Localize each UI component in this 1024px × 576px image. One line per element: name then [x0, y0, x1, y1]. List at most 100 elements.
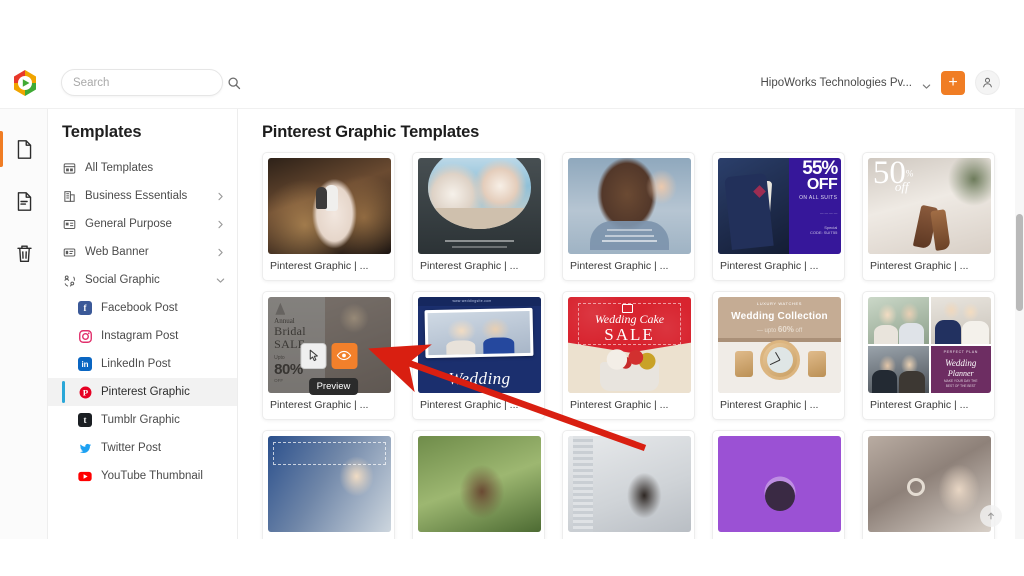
grid-templates-icon — [62, 161, 76, 175]
chevron-right-icon[interactable] — [216, 192, 225, 201]
sidebar-item-youtube-thumbnail[interactable]: YouTube Thumbnail — [48, 462, 237, 490]
template-thumbnail: LUXURY WATCHES Wedding Collection — upto… — [718, 297, 841, 393]
template-thumbnail: 55% OFF ON ALL SUITS — — — — Special CODE… — [718, 158, 841, 254]
rail-item-trash[interactable] — [0, 227, 48, 279]
template-card[interactable]: www.weddingsite.com Wedding Pinterest Gr… — [412, 291, 545, 420]
template-card[interactable] — [562, 430, 695, 539]
sidebar-item-label: Instagram Post — [101, 330, 179, 342]
template-card[interactable]: LUXURY WATCHES Wedding Collection — upto… — [712, 291, 845, 420]
add-button[interactable]: + — [941, 70, 965, 95]
instagram-icon — [78, 329, 92, 343]
template-card[interactable] — [862, 430, 995, 539]
template-card[interactable]: 50% off Pinterest Graphic | ... — [862, 152, 995, 281]
template-card[interactable]: 55% OFF ON ALL SUITS — — — — Special CODE… — [712, 152, 845, 281]
template-card[interactable]: Pinterest Graphic | ... — [562, 152, 695, 281]
pinterest-icon: P — [78, 385, 92, 399]
chevron-right-icon[interactable] — [216, 248, 225, 257]
template-card[interactable] — [262, 430, 395, 539]
sidebar-title: Templates — [62, 123, 142, 141]
facebook-icon: f — [78, 301, 92, 315]
search-icon — [227, 76, 241, 90]
template-thumbnail: 50% off — [868, 158, 991, 254]
template-thumbnail — [418, 158, 541, 254]
sidebar-item-label: LinkedIn Post — [101, 358, 171, 370]
template-card-label — [868, 532, 989, 539]
app-shell: HipoWorks Technologies Pv... + — [0, 57, 1024, 539]
template-card-label: Pinterest Graphic | ... — [720, 399, 819, 411]
template-card-label: Pinterest Graphic | ... — [270, 260, 369, 272]
template-card[interactable] — [412, 430, 545, 539]
template-thumbnail: www.weddingsite.com Wedding — [418, 297, 541, 393]
sidebar-item-label: General Purpose — [85, 218, 172, 230]
app-logo[interactable] — [10, 68, 40, 98]
tumblr-icon: t — [78, 413, 92, 427]
template-card[interactable] — [712, 430, 845, 539]
template-thumbnail — [868, 436, 991, 532]
sidebar-item-business-essentials[interactable]: Business Essentials — [48, 182, 237, 210]
template-thumbnail — [268, 158, 391, 254]
left-icon-rail — [0, 109, 48, 539]
mouse-pointer-icon[interactable] — [300, 342, 326, 369]
template-card-label: Pinterest Graphic | ... — [570, 399, 669, 411]
vertical-scrollbar[interactable] — [1015, 109, 1024, 539]
main-content: Pinterest Graphic Templates Pinterest Gr… — [238, 109, 1024, 539]
template-card-label: Pinterest Graphic | ... — [870, 399, 969, 411]
sidebar-item-label: All Templates — [85, 162, 154, 174]
template-card-label — [268, 532, 389, 539]
id-card-icon — [62, 217, 76, 231]
sidebar-item-instagram-post[interactable]: Instagram Post — [48, 322, 237, 350]
template-card-label: Pinterest Graphic | ... — [270, 399, 369, 411]
template-card-label: Pinterest Graphic | ... — [570, 260, 669, 272]
thumbnail-hover-controls — [300, 342, 357, 369]
scroll-to-top-button[interactable] — [980, 505, 1002, 527]
template-card[interactable]: PERFECT PLAN Wedding Planner MAKE YOUR D… — [862, 291, 995, 420]
header-right-cluster: HipoWorks Technologies Pv... + — [761, 70, 1024, 95]
svg-text:P: P — [82, 387, 88, 397]
template-card-label: Pinterest Graphic | ... — [420, 399, 519, 411]
template-card[interactable]: Wedding Cake SALE Pinterest Graphic | ..… — [562, 291, 695, 420]
building-icon — [62, 189, 76, 203]
template-thumbnail — [568, 158, 691, 254]
sidebar-item-label: Pinterest Graphic — [101, 386, 190, 398]
template-card-label — [568, 532, 689, 539]
sidebar-item-linkedin-post[interactable]: in LinkedIn Post — [48, 350, 237, 378]
organization-name[interactable]: HipoWorks Technologies Pv... — [761, 77, 913, 89]
sidebar-item-pinterest-graphic[interactable]: P Pinterest Graphic — [48, 378, 237, 406]
sidebar-item-tumblr-graphic[interactable]: t Tumblr Graphic — [48, 406, 237, 434]
sidebar-item-web-banner[interactable]: Web Banner — [48, 238, 237, 266]
banner-icon — [62, 245, 76, 259]
sidebar-item-label: Social Graphic — [85, 274, 160, 286]
app-window: HipoWorks Technologies Pv... + — [0, 0, 1024, 576]
sidebar-item-label: YouTube Thumbnail — [101, 470, 203, 482]
rail-item-documents[interactable] — [0, 123, 48, 175]
template-card[interactable]: Pinterest Graphic | ... — [262, 152, 395, 281]
template-thumbnail — [268, 436, 391, 532]
twitter-icon — [78, 441, 92, 455]
template-card[interactable]: Pinterest Graphic | ... — [412, 152, 545, 281]
search-bar[interactable] — [61, 69, 241, 96]
social-share-icon — [62, 273, 76, 287]
template-thumbnail — [718, 436, 841, 532]
template-card-label: Pinterest Graphic | ... — [420, 260, 519, 272]
preview-button[interactable] — [331, 342, 357, 369]
template-card[interactable]: Annual Bridal SALE Upto 80% OFF Preview … — [262, 291, 395, 420]
template-thumbnail — [418, 436, 541, 532]
chevron-right-icon[interactable] — [216, 220, 225, 229]
search-input[interactable] — [73, 76, 227, 89]
sidebar-item-twitter-post[interactable]: Twitter Post — [48, 434, 237, 462]
sidebar-item-label: Facebook Post — [101, 302, 178, 314]
chevron-down-icon[interactable] — [922, 78, 931, 89]
template-card-label — [718, 532, 839, 539]
sidebar-item-facebook-post[interactable]: f Facebook Post — [48, 294, 237, 322]
template-card-label: Pinterest Graphic | ... — [870, 260, 969, 272]
user-account-icon[interactable] — [975, 70, 1000, 95]
sidebar-item-general-purpose[interactable]: General Purpose — [48, 210, 237, 238]
template-thumbnail: PERFECT PLAN Wedding Planner MAKE YOUR D… — [868, 297, 991, 393]
sidebar-item-all-templates[interactable]: All Templates — [48, 154, 237, 182]
template-grid: Pinterest Graphic | ... Pinterest Graphi… — [238, 152, 1024, 539]
sidebar-item-social-graphic[interactable]: Social Graphic — [48, 266, 237, 294]
page-title: Pinterest Graphic Templates — [262, 123, 480, 141]
scrollbar-thumb[interactable] — [1016, 214, 1023, 311]
rail-item-my-designs[interactable] — [0, 175, 48, 227]
chevron-down-icon[interactable] — [216, 276, 225, 285]
